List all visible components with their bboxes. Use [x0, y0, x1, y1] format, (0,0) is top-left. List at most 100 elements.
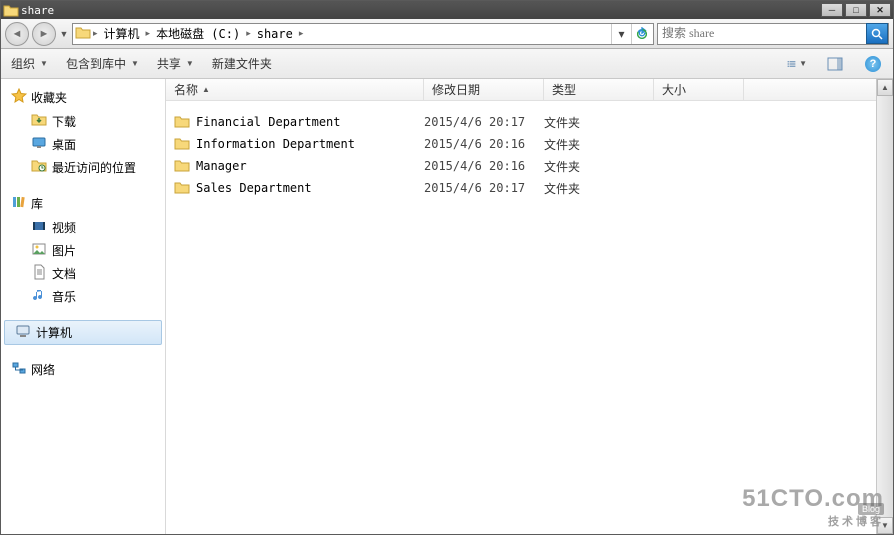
- breadcrumb-sep[interactable]: ▸: [93, 28, 98, 39]
- file-row[interactable]: Manager2015/4/6 20:16文件夹: [166, 155, 876, 177]
- sidebar-label: 收藏夹: [31, 89, 67, 106]
- sidebar-label: 下载: [52, 113, 76, 130]
- column-label: 类型: [552, 81, 576, 98]
- column-size[interactable]: 大小: [654, 79, 744, 100]
- file-list: Financial Department2015/4/6 20:17文件夹Inf…: [166, 101, 876, 534]
- window-title: share: [21, 4, 821, 17]
- column-headers: 名称 ▲ 修改日期 类型 大小: [166, 79, 876, 101]
- column-name[interactable]: 名称 ▲: [166, 79, 424, 100]
- folder-icon: [174, 158, 190, 175]
- window-icon: [3, 3, 17, 17]
- column-date[interactable]: 修改日期: [424, 79, 544, 100]
- scrollbar[interactable]: ▲ ▼: [876, 79, 893, 534]
- desktop-icon: [31, 135, 47, 154]
- star-icon: [11, 88, 27, 107]
- breadcrumb-drive[interactable]: 本地磁盘 (C:): [152, 24, 244, 43]
- file-name: Manager: [196, 159, 247, 173]
- file-name: Information Department: [196, 137, 355, 151]
- sidebar-recent[interactable]: 最近访问的位置: [1, 156, 165, 179]
- network-icon: [11, 360, 27, 379]
- search-input[interactable]: [662, 26, 862, 41]
- minimize-button[interactable]: ─: [821, 3, 843, 17]
- share-menu[interactable]: 共享 ▼: [157, 55, 194, 72]
- sidebar-desktop[interactable]: 桌面: [1, 133, 165, 156]
- scroll-track[interactable]: [877, 96, 893, 517]
- sidebar-pictures[interactable]: 图片: [1, 239, 165, 262]
- back-button[interactable]: ◄: [5, 22, 29, 46]
- sidebar-library[interactable]: 库: [1, 191, 165, 216]
- help-button[interactable]: ?: [863, 54, 883, 74]
- help-icon: ?: [865, 56, 881, 72]
- sort-arrow-icon: ▲: [202, 85, 210, 94]
- sidebar-label: 视频: [52, 219, 76, 236]
- sidebar: 收藏夹 下载 桌面 最近访问的位置 库 视频: [1, 79, 166, 534]
- column-type[interactable]: 类型: [544, 79, 654, 100]
- file-row[interactable]: Financial Department 2015/4/6 20:17文件夹: [166, 111, 876, 133]
- computer-icon: [15, 323, 31, 342]
- sidebar-label: 最近访问的位置: [52, 159, 136, 176]
- folder-icon: [174, 180, 190, 197]
- sidebar-label: 网络: [31, 361, 55, 378]
- sidebar-music[interactable]: 音乐: [1, 285, 165, 308]
- file-row[interactable]: Information Department2015/4/6 20:16文件夹: [166, 133, 876, 155]
- address-dropdown-button[interactable]: ▾: [611, 24, 631, 44]
- folder-icon: [174, 114, 190, 131]
- sidebar-documents[interactable]: 文档: [1, 262, 165, 285]
- sidebar-label: 桌面: [52, 136, 76, 153]
- close-button[interactable]: ✕: [869, 3, 891, 17]
- chevron-down-icon: ▼: [186, 59, 194, 68]
- address-icon: [75, 25, 91, 42]
- sidebar-label: 库: [31, 195, 43, 212]
- file-date: 2015/4/6 20:16: [424, 159, 544, 173]
- breadcrumb-sep[interactable]: ▸: [246, 28, 251, 39]
- sidebar-videos[interactable]: 视频: [1, 216, 165, 239]
- file-name: Sales Department: [196, 181, 312, 195]
- chevron-down-icon: ▼: [40, 59, 48, 68]
- include-menu[interactable]: 包含到库中 ▼: [66, 55, 139, 72]
- history-dropdown[interactable]: ▼: [59, 29, 69, 39]
- address-bar[interactable]: ▸ 计算机 ▸ 本地磁盘 (C:) ▸ share ▸ ▾: [72, 23, 654, 45]
- file-name: Financial Department: [196, 115, 341, 129]
- nav-bar: ◄ ► ▼ ▸ 计算机 ▸ 本地磁盘 (C:) ▸ share ▸ ▾: [1, 19, 893, 49]
- sidebar-computer[interactable]: 计算机: [4, 320, 162, 345]
- breadcrumb-sep[interactable]: ▸: [299, 28, 304, 39]
- breadcrumb-computer[interactable]: 计算机: [100, 24, 144, 43]
- content-area: 名称 ▲ 修改日期 类型 大小 Financial Department 2015/…: [166, 79, 876, 534]
- view-button[interactable]: ▼: [787, 54, 807, 74]
- forward-button[interactable]: ►: [32, 22, 56, 46]
- file-type: 文件夹: [544, 180, 654, 197]
- sidebar-label: 音乐: [52, 288, 76, 305]
- breadcrumb-folder[interactable]: share: [253, 26, 297, 42]
- file-date: 2015/4/6 20:16: [424, 137, 544, 151]
- maximize-button[interactable]: □: [845, 3, 867, 17]
- file-row[interactable]: Sales Department2015/4/6 20:17文件夹: [166, 177, 876, 199]
- include-label: 包含到库中: [66, 55, 126, 72]
- organize-menu[interactable]: 组织 ▼: [11, 55, 48, 72]
- file-date: 2015/4/6 20:17: [424, 115, 544, 129]
- preview-pane-button[interactable]: [825, 54, 845, 74]
- library-icon: [11, 194, 27, 213]
- title-bar: share ─ □ ✕: [1, 1, 893, 19]
- folder-icon: [174, 136, 190, 153]
- organize-label: 组织: [11, 55, 35, 72]
- file-type: 文件夹: [544, 114, 654, 131]
- sidebar-label: 图片: [52, 242, 76, 259]
- refresh-button[interactable]: [631, 24, 651, 44]
- picture-icon: [31, 241, 47, 260]
- search-bar[interactable]: [657, 23, 889, 45]
- search-button[interactable]: [866, 23, 888, 44]
- chevron-down-icon: ▼: [131, 59, 139, 68]
- scroll-down-button[interactable]: ▼: [877, 517, 893, 534]
- sidebar-network[interactable]: 网络: [1, 357, 165, 382]
- scroll-up-button[interactable]: ▲: [877, 79, 893, 96]
- column-label: 名称: [174, 81, 198, 98]
- newfolder-label: 新建文件夹: [212, 55, 272, 72]
- chevron-down-icon: ▼: [799, 59, 807, 68]
- sidebar-downloads[interactable]: 下载: [1, 110, 165, 133]
- sidebar-favorites[interactable]: 收藏夹: [1, 85, 165, 110]
- newfolder-button[interactable]: 新建文件夹: [212, 55, 272, 72]
- sidebar-label: 计算机: [36, 324, 72, 341]
- music-icon: [31, 287, 47, 306]
- share-label: 共享: [157, 55, 181, 72]
- breadcrumb-sep[interactable]: ▸: [146, 28, 151, 39]
